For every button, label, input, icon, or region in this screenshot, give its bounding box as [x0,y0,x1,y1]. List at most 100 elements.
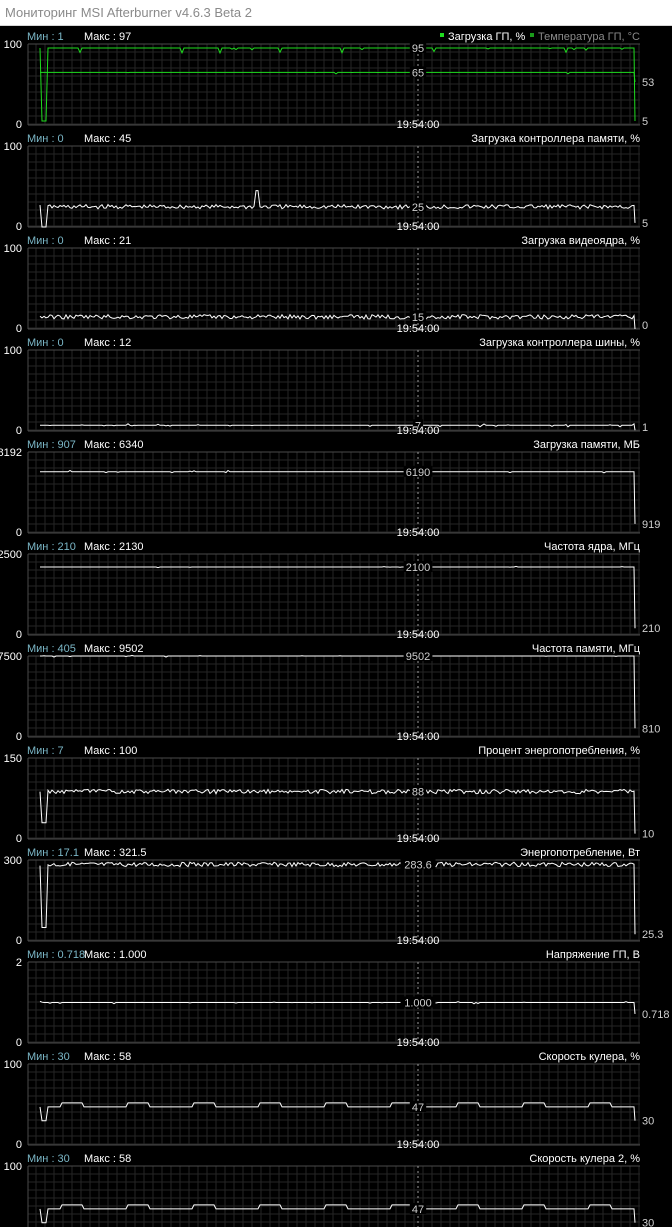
graph-title: Энергопотребление, Вт [520,847,640,859]
y-axis-max-label: 150 [4,753,22,765]
y-axis-max-label: 100 [4,243,22,255]
time-label: 19:54:00 [397,833,440,845]
cursor-value-label: 65 [412,67,424,79]
y-axis-max-label: 100 [4,1161,22,1173]
graph-series-line [40,654,636,729]
graph-title: Процент энергопотребления, % [478,745,640,757]
graph-panel[interactable]: 2100 210 Мин : 210 Макс : 2130 Частота ядра,… [0,541,660,641]
graph-panel[interactable]: 47 30 Мин : 30 Макс : 58 Скорость кулера, % 1… [4,1051,655,1151]
y-axis-min-label: 0 [16,221,22,233]
graph-panel[interactable]: 150Мин : 0 Макс : 21 Загрузка видеоядра, %… [4,235,648,335]
time-label: 19:54:00 [397,731,440,743]
graph-title: Скорость кулера 2, % [529,1153,640,1165]
graph-title: Загрузка видеоядра, % [521,235,640,247]
graphs-svg: 95 5 65 53 Мин : 1 Макс : 97 Загрузка ГП, % Тем… [0,31,670,1227]
cursor-value-label: 283.6 [404,859,432,871]
y-axis-min-label: 0 [16,323,22,335]
end-value-label: 10 [642,829,654,841]
max-value-label: Макс : 9502 [84,643,143,655]
time-label: 19:54:00 [397,119,440,131]
legend-entry: Загрузка ГП, % [448,31,526,43]
y-axis-max-label: 7500 [0,651,22,663]
graph-grid [28,554,640,635]
end-value-label: 53 [642,77,654,89]
min-value-label: Мин : 0 [27,133,64,145]
min-value-label: Мин : 17.1 [27,847,79,859]
max-value-label: Макс : 58 [84,1051,131,1063]
graph-panel[interactable]: 6190 919 Мин : 907 Макс : 6340 Загрузка памя… [0,439,660,539]
cursor-value-label: 47 [412,1102,424,1114]
y-axis-min-label: 0 [16,425,22,437]
graph-grid [28,758,640,839]
graph-title: Загрузка контроллера шины, % [479,337,640,349]
time-label: 19:54:00 [397,425,440,437]
max-value-label: Макс : 21 [84,235,131,247]
max-value-label: Макс : 58 [84,1153,131,1165]
time-label: 19:54:00 [397,323,440,335]
graph-grid [28,146,640,227]
graph-grid [28,248,640,329]
min-value-label: Мин : 7 [27,745,64,757]
y-axis-min-label: 0 [16,935,22,947]
cursor-value-label: 1.000 [404,998,432,1010]
y-axis-min-label: 0 [16,731,22,743]
graph-title: Частота ядра, МГц [544,541,641,553]
end-value-label: 919 [642,519,660,531]
min-value-label: Мин : 0 [27,235,64,247]
min-value-label: Мин : 30 [27,1153,70,1165]
graph-grid [28,860,640,941]
y-axis-max-label: 100 [4,345,22,357]
graph-grid [28,452,640,533]
graph-panel[interactable]: 95 5 65 53 Мин : 1 Макс : 97 Загрузка ГП, % Тем… [4,31,655,131]
graph-panel[interactable]: 7 1Мин : 0 Макс : 12 Загрузка контроллера ш… [4,337,648,437]
cursor-value-label: 88 [412,786,424,798]
cursor-value-label: 25 [412,202,424,214]
min-value-label: Мин : 0 [27,337,64,349]
max-value-label: Макс : 6340 [84,439,143,451]
graph-grid [28,1064,640,1145]
graph-panel[interactable]: 283.6 25.3 Мин : 17.1 Макс : 321.5 Энергопот… [4,847,664,947]
window-titlebar: Мониторинг MSI Afterburner v4.6.3 Beta 2 [0,0,672,26]
min-value-label: Мин : 1 [27,31,64,43]
time-label: 19:54:00 [397,935,440,947]
end-value-label: 5 [642,116,648,128]
legend-marker [530,33,534,37]
graph-panel[interactable]: 88 10 Мин : 7 Макс : 100 Процент энергопотре… [4,745,655,845]
graph-title: Скорость кулера, % [539,1051,641,1063]
graph-grid [28,44,640,125]
monitoring-graphs-panel[interactable]: 95 5 65 53 Мин : 1 Макс : 97 Загрузка ГП, % Тем… [0,26,672,1227]
y-axis-min-label: 0 [16,119,22,131]
cursor-value-label: 47 [412,1204,424,1216]
y-axis-max-label: 300 [4,855,22,867]
end-value-label: 5 [642,218,648,230]
min-value-label: Мин : 210 [27,541,76,553]
graph-panel[interactable]: 1.000 0.718 Мин : 0.718Макс : 1.000 Напряже… [16,949,670,1049]
y-axis-min-label: 0 [16,1037,22,1049]
y-axis-min-label: 0 [16,833,22,845]
graph-title: Загрузка памяти, МБ [533,439,640,451]
y-axis-max-label: 8192 [0,447,22,459]
y-axis-max-label: 2500 [0,549,22,561]
graph-panel[interactable]: 25 5 Мин : 0 Макс : 45 Загрузка контроллера … [4,133,648,233]
min-value-label: Мин : 0.718 [27,949,85,961]
y-axis-min-label: 0 [16,527,22,539]
end-value-label: 210 [642,623,660,635]
graph-panel[interactable]: 47 30 Мин : 30 Макс : 58 Скорость кулера 2, … [4,1153,655,1227]
graph-grid [28,1166,640,1227]
cursor-value-label: 6190 [406,467,430,479]
time-label: 19:54:00 [397,1139,440,1151]
max-value-label: Макс : 1.000 [84,949,147,961]
y-axis-min-label: 0 [16,1139,22,1151]
graph-title: Напряжение ГП, В [546,949,640,961]
graph-panel[interactable]: 9502 810 Мин : 405 Макс : 9502 Частота памят… [0,643,660,743]
graph-series-line [40,423,636,431]
graph-series-line [40,71,636,83]
graph-series-line [39,861,636,935]
y-axis-max-label: 100 [4,1059,22,1071]
end-value-label: 0.718 [642,1009,670,1021]
max-value-label: Макс : 45 [84,133,131,145]
time-label: 19:54:00 [397,1037,440,1049]
graph-series-line [39,313,636,330]
end-value-label: 1 [642,422,648,434]
window-title: Мониторинг MSI Afterburner v4.6.3 Beta 2 [5,5,252,20]
